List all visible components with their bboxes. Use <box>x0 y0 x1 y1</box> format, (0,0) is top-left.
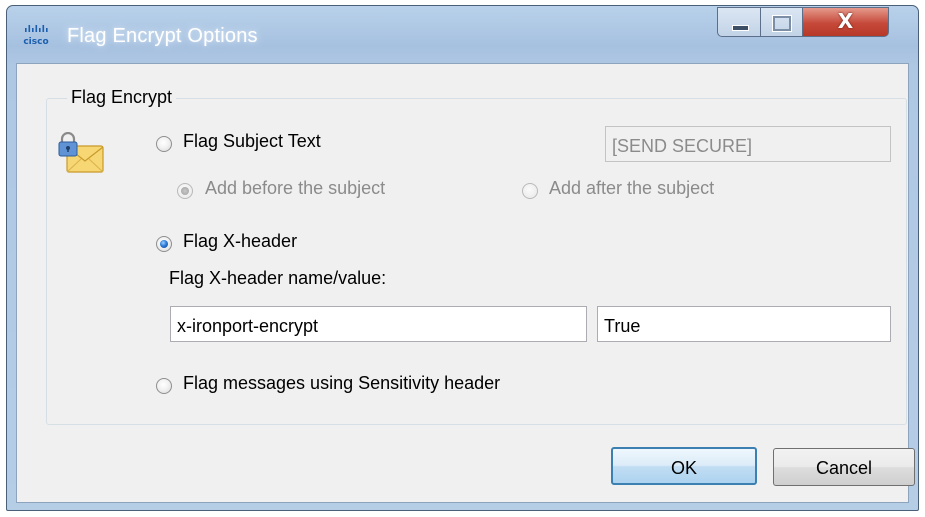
group-title: Flag Encrypt <box>67 87 177 108</box>
ok-button[interactable]: OK <box>611 447 757 485</box>
maximize-icon <box>773 16 791 31</box>
minimize-button[interactable] <box>717 7 761 37</box>
xheader-value-field[interactable]: True <box>597 306 891 342</box>
title-bar[interactable]: cisco Flag Encrypt Options X <box>7 6 918 64</box>
svg-text:cisco: cisco <box>23 37 48 47</box>
flag-xheader-label[interactable]: Flag X-header <box>183 231 297 252</box>
add-before-subject-radio[interactable] <box>177 183 193 199</box>
maximize-button[interactable] <box>761 7 803 37</box>
dialog-client-area: Flag Encrypt Flag Subject Text [SEND SEC… <box>16 63 915 503</box>
cisco-logo-icon: cisco <box>23 25 49 47</box>
add-after-subject-radio[interactable] <box>522 183 538 199</box>
close-icon: X <box>837 9 854 33</box>
xheader-name-field[interactable]: x-ironport-encrypt <box>170 306 587 342</box>
close-button[interactable]: X <box>803 7 889 37</box>
add-before-subject-label[interactable]: Add before the subject <box>205 178 385 199</box>
dialog-window: cisco Flag Encrypt Options X Flag Encryp… <box>6 5 919 511</box>
flag-sensitivity-label[interactable]: Flag messages using Sensitivity header <box>183 373 500 394</box>
cancel-button[interactable]: Cancel <box>773 448 915 486</box>
subject-text-field[interactable]: [SEND SECURE] <box>605 126 891 162</box>
flag-sensitivity-radio[interactable] <box>156 378 172 394</box>
add-after-subject-label[interactable]: Add after the subject <box>549 178 714 199</box>
flag-subject-text-radio[interactable] <box>156 136 172 152</box>
window-title: Flag Encrypt Options <box>67 25 258 47</box>
flag-xheader-radio[interactable] <box>156 236 172 252</box>
flag-subject-text-label[interactable]: Flag Subject Text <box>183 131 321 152</box>
locked-envelope-icon <box>58 132 104 173</box>
xheader-caption: Flag X-header name/value: <box>169 268 387 288</box>
minimize-icon <box>732 25 749 31</box>
